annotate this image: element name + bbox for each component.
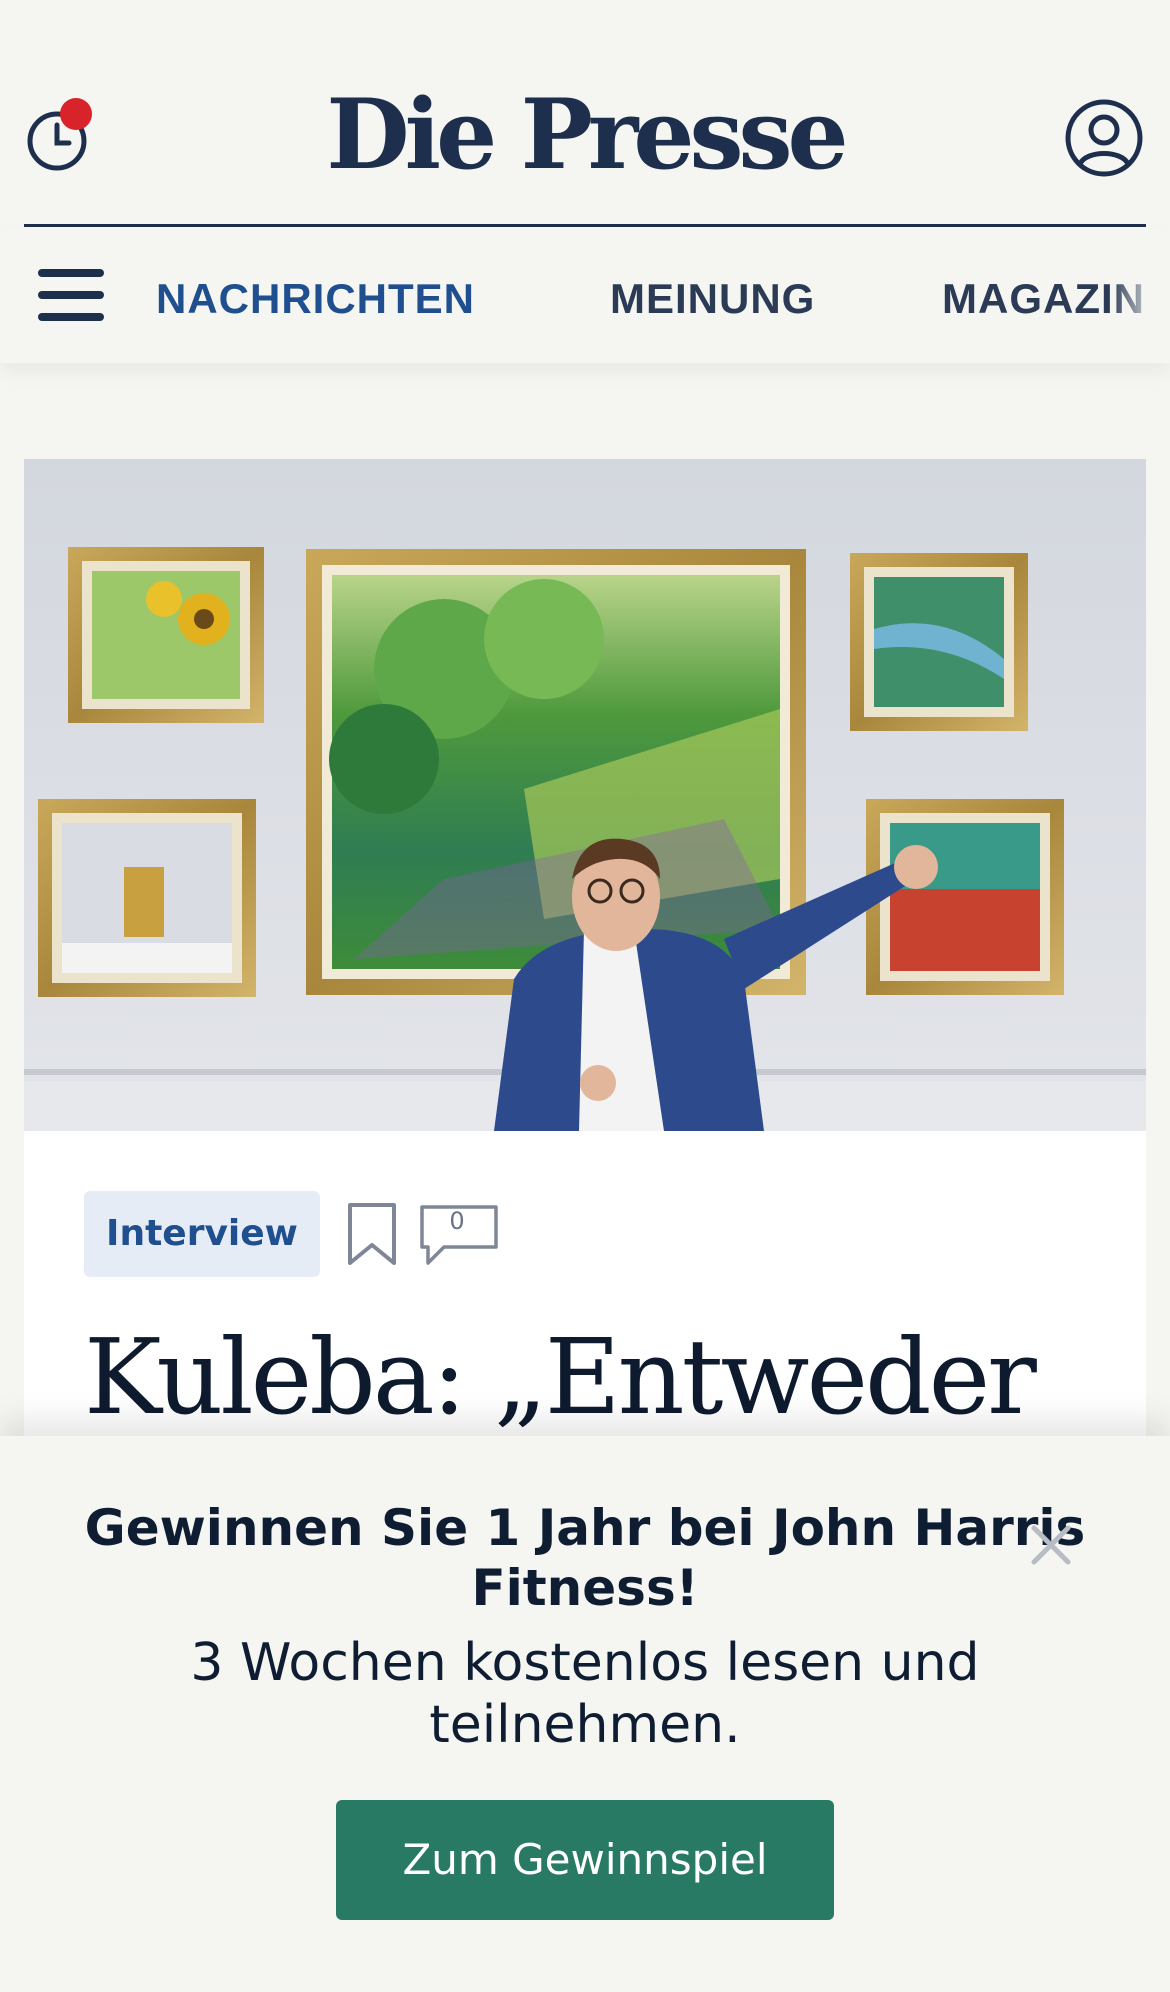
promo-title: Gewinnen Sie 1 Jahr bei John Harris Fitn… bbox=[84, 1499, 1086, 1617]
nav-item-nachrichten[interactable]: NACHRICHTEN bbox=[156, 275, 475, 323]
site-header: Die Presse bbox=[0, 0, 1170, 227]
bookmark-icon bbox=[348, 1203, 396, 1265]
promo-subtitle: 3 Wochen kostenlos lesen und teilnehmen. bbox=[190, 1633, 980, 1755]
comment-count: 0 bbox=[449, 1207, 465, 1235]
nav-item-meinung[interactable]: MEINUNG bbox=[610, 275, 815, 323]
article-hero-image[interactable] bbox=[24, 459, 1146, 1131]
comments-button[interactable]: 0 bbox=[418, 1203, 500, 1267]
category-tag[interactable]: Interview bbox=[84, 1191, 320, 1277]
site-logo[interactable]: Die Presse bbox=[0, 80, 1170, 190]
close-button[interactable] bbox=[1026, 1520, 1076, 1570]
close-icon bbox=[1031, 1525, 1071, 1565]
bookmark-button[interactable] bbox=[346, 1201, 398, 1272]
user-circle-icon bbox=[1065, 99, 1143, 177]
main-navigation: NACHRICHTEN MEINUNG MAGAZIN bbox=[0, 227, 1170, 363]
nav-scroll-fade bbox=[1110, 227, 1170, 363]
account-button[interactable] bbox=[1064, 98, 1144, 178]
gewinnspiel-button[interactable]: Zum Gewinnspiel bbox=[336, 1800, 834, 1920]
promo-banner: Gewinnen Sie 1 Jahr bei John Harris Fitn… bbox=[0, 1436, 1170, 1992]
hamburger-icon[interactable] bbox=[38, 269, 106, 323]
article-headline[interactable]: Kuleba: „Entweder bbox=[84, 1317, 1094, 1437]
article-card[interactable]: Interview 0 Kuleba: „Entweder bbox=[24, 459, 1146, 1439]
